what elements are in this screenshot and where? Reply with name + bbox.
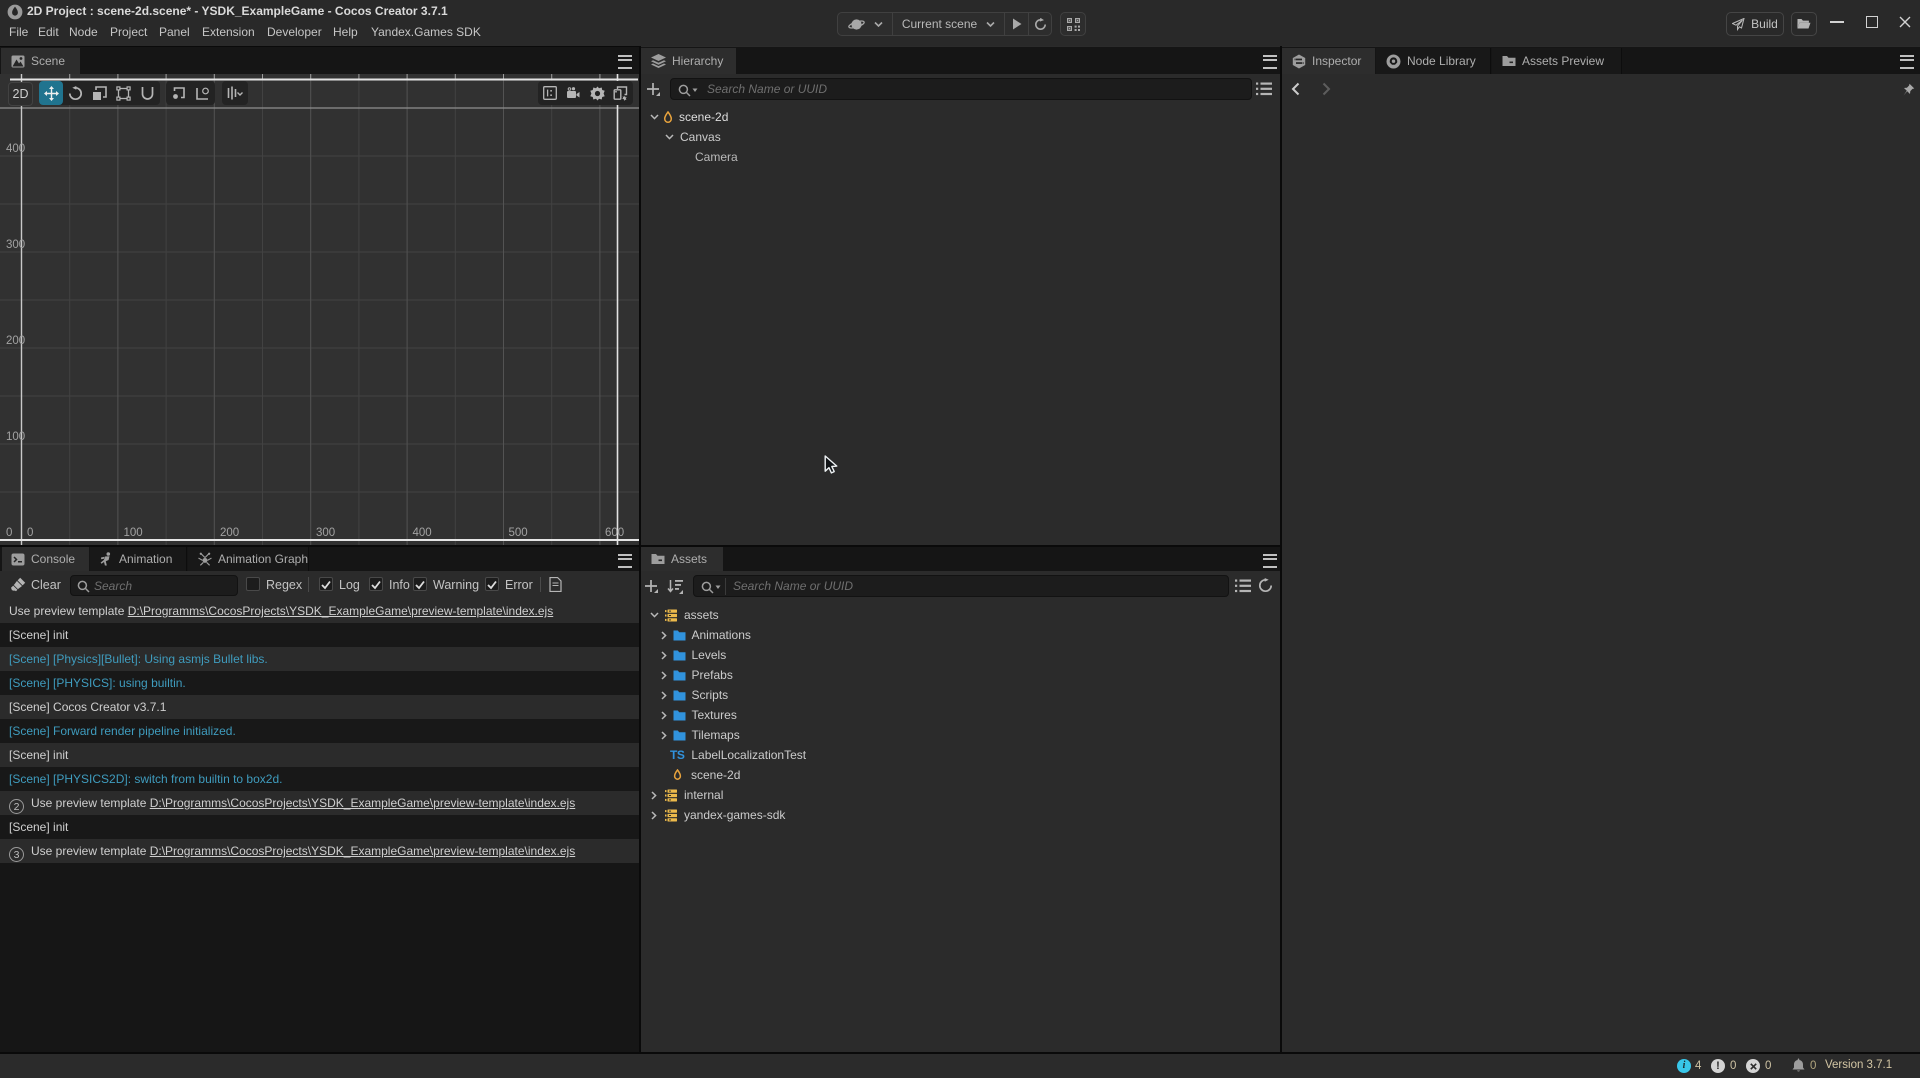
svg-text:500: 500: [509, 527, 528, 539]
svg-text:100: 100: [124, 527, 143, 539]
svg-text:100: 100: [6, 431, 25, 443]
svg-text:200: 200: [6, 335, 25, 347]
svg-text:300: 300: [316, 527, 335, 539]
svg-text:600: 600: [605, 527, 624, 539]
svg-text:400: 400: [6, 143, 25, 155]
svg-text:200: 200: [220, 527, 239, 539]
svg-text:300: 300: [6, 239, 25, 251]
svg-text:0: 0: [6, 527, 12, 539]
svg-text:400: 400: [413, 527, 432, 539]
svg-text:0: 0: [27, 527, 33, 539]
